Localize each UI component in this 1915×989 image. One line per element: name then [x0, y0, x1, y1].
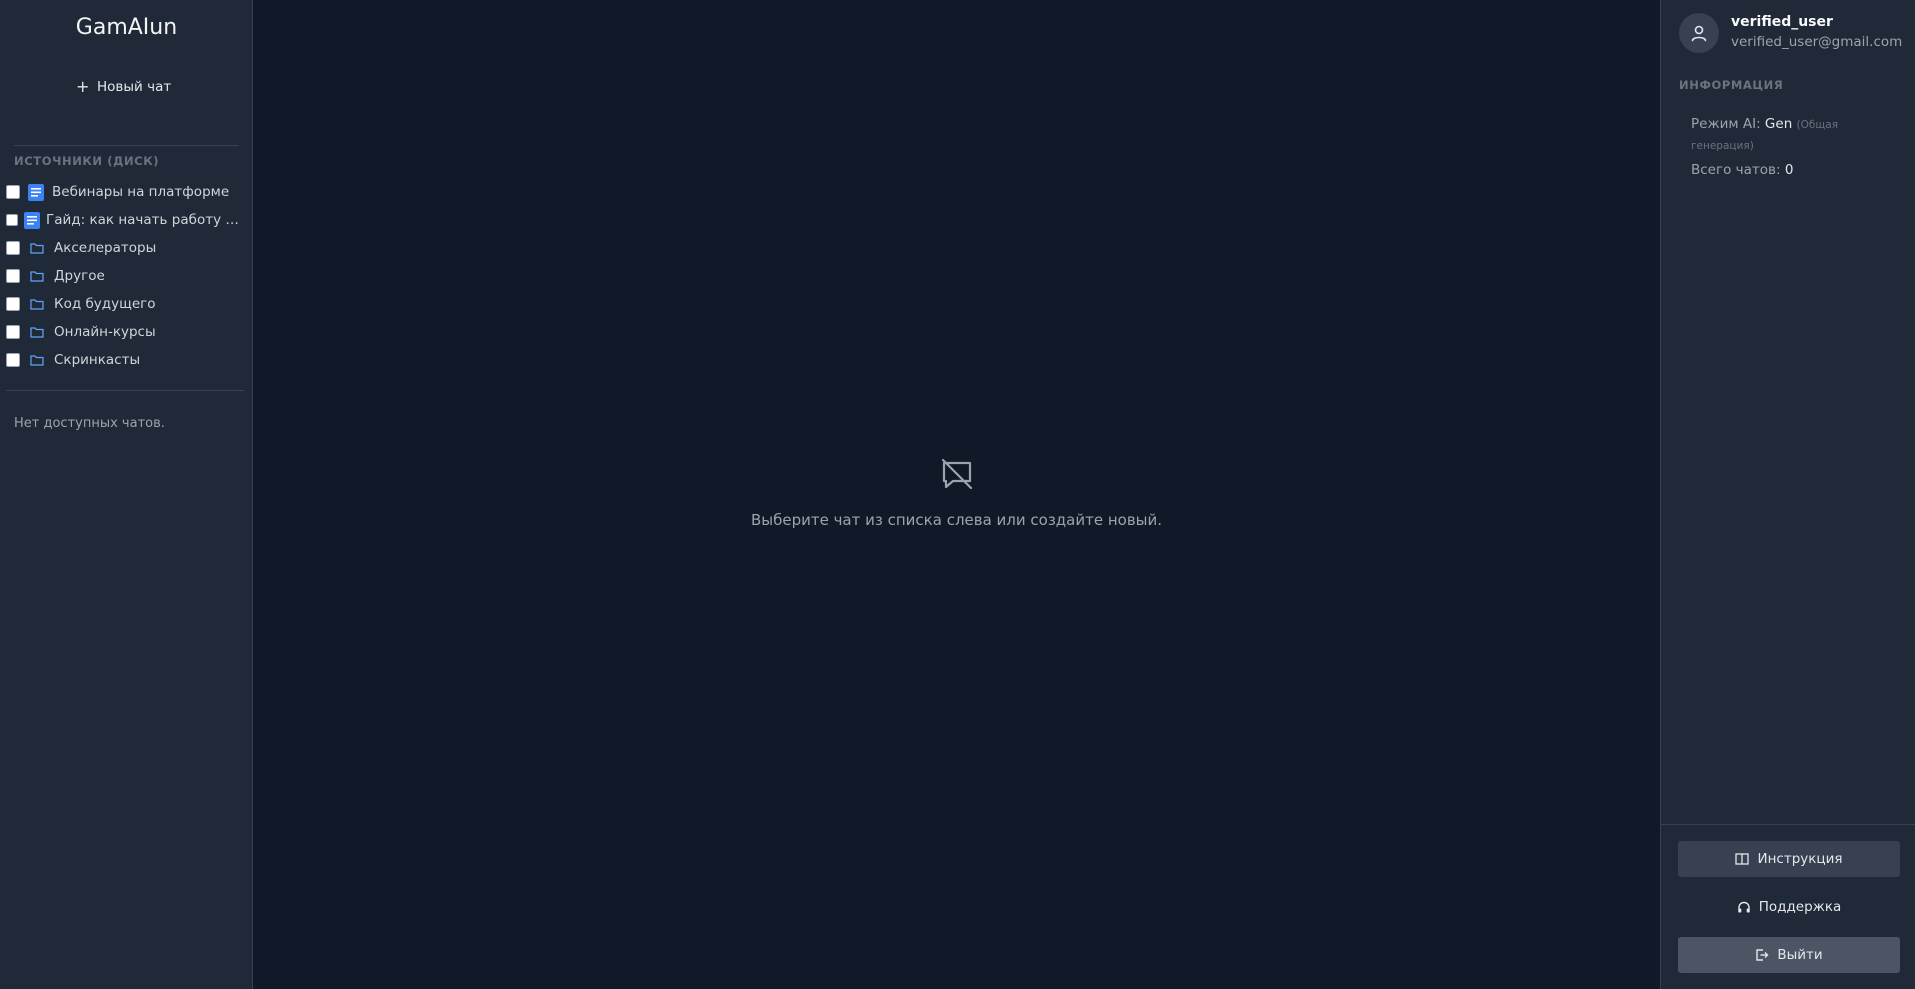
source-checkbox[interactable] — [6, 325, 20, 339]
logout-label: Выйти — [1777, 947, 1823, 963]
source-label: Вебинары на платформе — [52, 184, 230, 200]
source-label: Гайд: как начать работу … — [46, 212, 239, 228]
user-email: verified_user@gmail.com — [1731, 34, 1903, 50]
folder-icon — [30, 355, 44, 366]
doc-icon — [28, 183, 44, 201]
source-item[interactable]: Скринкасты — [6, 350, 246, 370]
ai-mode-info: Режим AI: Gen (Общая генерация) — [1691, 114, 1891, 156]
source-label: Скринкасты — [54, 352, 141, 368]
source-label: Онлайн-курсы — [54, 324, 156, 340]
source-checkbox[interactable] — [6, 214, 18, 226]
no-chats-text: Нет доступных чатов. — [14, 416, 165, 431]
ai-mode-label: Режим AI: — [1691, 116, 1761, 132]
source-checkbox[interactable] — [6, 297, 20, 311]
support-button[interactable]: Поддержка — [1678, 889, 1900, 925]
source-item[interactable]: Акселераторы — [6, 238, 246, 258]
source-checkbox[interactable] — [6, 353, 20, 367]
source-item[interactable]: Онлайн-курсы — [6, 322, 246, 342]
headset-icon — [1738, 901, 1750, 912]
user-icon — [1691, 25, 1707, 42]
sidebar-divider — [14, 145, 239, 146]
logout-icon — [1756, 949, 1769, 961]
new-chat-label: Новый чат — [97, 79, 172, 95]
empty-state-text: Выберите чат из списка слева или создайт… — [750, 511, 1163, 529]
source-label: Акселераторы — [54, 240, 157, 256]
source-checkbox[interactable] — [6, 241, 20, 255]
source-label: Код будущего — [54, 296, 156, 312]
chats-count-value: 0 — [1784, 162, 1794, 178]
avatar[interactable] — [1679, 13, 1719, 53]
source-checkbox[interactable] — [6, 269, 20, 283]
right-panel: verified_user verified_user@gmail.com ИН… — [1660, 0, 1915, 989]
logout-button[interactable]: Выйти — [1678, 937, 1900, 973]
ai-mode-value: Gen — [1764, 116, 1793, 132]
chats-count-label: Всего чатов: — [1691, 162, 1781, 178]
chats-count-info: Всего чатов: 0 — [1691, 162, 1793, 178]
instruction-button[interactable]: Инструкция — [1678, 841, 1900, 877]
user-name: verified_user — [1731, 14, 1833, 30]
support-label: Поддержка — [1758, 899, 1842, 915]
source-item[interactable]: Код будущего — [6, 294, 246, 314]
sidebar-divider — [6, 390, 244, 391]
app-brand: GamAIun — [75, 15, 178, 40]
chat-off-icon — [941, 458, 973, 490]
panel-divider — [1661, 824, 1915, 825]
new-chat-button[interactable]: + Новый чат — [76, 75, 171, 99]
source-item[interactable]: Другое — [6, 266, 246, 286]
source-item[interactable]: Гайд: как начать работу … — [6, 210, 246, 230]
source-checkbox[interactable] — [6, 185, 20, 199]
sources-title: ИСТОЧНИКИ (ДИСК) — [14, 154, 160, 168]
folder-icon — [30, 327, 44, 338]
book-icon — [1735, 853, 1750, 865]
source-item[interactable]: Вебинары на платформе — [6, 182, 246, 202]
left-sidebar: GamAIun + Новый чат ИСТОЧНИКИ (ДИСК) Веб… — [0, 0, 253, 989]
source-label: Другое — [54, 268, 105, 284]
folder-icon — [30, 299, 44, 310]
instruction-label: Инструкция — [1757, 851, 1843, 867]
doc-icon — [24, 211, 40, 229]
folder-icon — [30, 271, 44, 282]
plus-icon: + — [76, 77, 90, 96]
info-title: ИНФОРМАЦИЯ — [1679, 78, 1784, 92]
folder-icon — [30, 243, 44, 254]
